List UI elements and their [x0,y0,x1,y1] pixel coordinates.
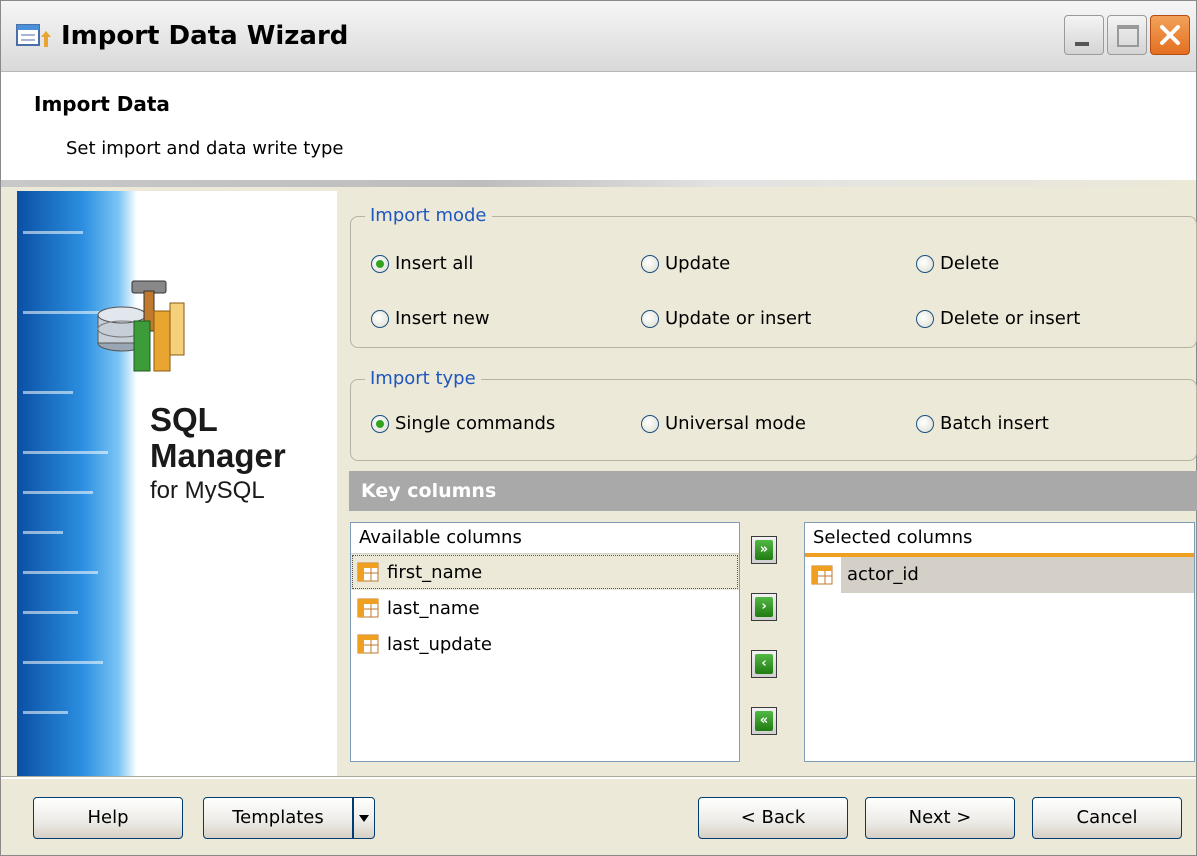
double-chevron-right-icon: » [755,540,773,560]
import-mode-legend: Import mode [365,205,492,226]
table-column-icon [357,633,379,655]
step-subtitle: Set import and data write type [66,138,344,159]
import-mode-group: Import mode Insert all Update Delete Ins… [350,205,1197,348]
radio-label: Single commands [395,413,556,434]
radio-label: Update or insert [665,308,812,329]
move-right-button[interactable]: › [751,593,777,621]
radio-label: Insert all [395,253,474,274]
list-item[interactable]: first_name [351,554,739,590]
double-chevron-left-icon: « [755,711,773,731]
database-tools-icon [97,280,185,372]
next-button-label: Next > [908,807,972,828]
radio-delete-or-insert[interactable]: Delete or insert [916,308,1080,329]
cancel-button-label: Cancel [1076,807,1138,828]
radio-insert-new[interactable]: Insert new [371,308,490,329]
list-item[interactable]: last_update [351,626,739,662]
table-column-icon [357,561,379,583]
close-icon [1160,25,1180,45]
move-all-left-button[interactable]: « [751,707,777,735]
chevron-left-icon: ‹ [755,654,773,674]
column-name: first_name [387,561,483,583]
radio-label: Delete [940,253,1000,274]
chevron-right-icon: › [755,597,773,617]
window-title: Import Data Wizard [61,21,349,51]
back-button[interactable]: < Back [698,797,848,839]
radio-label: Universal mode [665,413,806,434]
table-column-icon [811,564,833,586]
radio-delete[interactable]: Delete [916,253,999,274]
radio-update[interactable]: Update [641,253,730,274]
radio-indicator [371,309,389,328]
radio-label: Insert new [395,308,490,329]
radio-indicator [371,254,389,273]
radio-insert-all[interactable]: Insert all [371,253,473,274]
minimize-button[interactable] [1064,15,1104,55]
import-wizard-window: Import Data Wizard Import Data Set impor… [0,0,1197,856]
radio-single-commands[interactable]: Single commands [371,413,555,434]
radio-batch-insert[interactable]: Batch insert [916,413,1049,434]
column-name: last_name [387,597,480,619]
import-type-group: Import type Single commands Universal mo… [350,368,1197,461]
maximize-button[interactable] [1107,15,1147,55]
back-button-label: < Back [740,807,806,828]
close-button[interactable] [1150,15,1190,55]
radio-label: Delete or insert [940,308,1081,329]
help-button[interactable]: Help [33,797,183,839]
radio-label: Update [665,253,731,274]
wizard-header: Import Data Set import and data write ty… [1,72,1196,180]
available-columns-list[interactable]: Available columns first_name last_name l… [350,522,740,762]
brand-for-mysql: for MySQL [150,477,265,504]
radio-indicator [371,414,389,433]
radio-indicator [916,309,934,328]
product-banner: SQL Manager for MySQL [17,191,337,777]
templates-button[interactable]: Templates [203,797,353,839]
list-item[interactable]: last_name [351,590,739,626]
templates-button-label: Templates [232,807,324,828]
column-name: last_update [387,633,492,655]
brand-sql: SQL [150,401,218,438]
radio-label: Batch insert [940,413,1049,434]
templates-dropdown-button[interactable] [353,797,375,839]
radio-update-or-insert[interactable]: Update or insert [641,308,811,329]
radio-indicator [916,254,934,273]
selected-columns-header: Selected columns [805,523,1194,557]
available-columns-header: Available columns [351,523,739,554]
radio-indicator [641,309,659,328]
radio-indicator [916,414,934,433]
title-bar[interactable]: Import Data Wizard [1,1,1196,72]
column-name: actor_id [841,557,1194,593]
step-title: Import Data [34,92,170,116]
next-button[interactable]: Next > [865,797,1015,839]
brand-manager: Manager [150,437,286,474]
radio-universal-mode[interactable]: Universal mode [641,413,806,434]
import-type-legend: Import type [365,368,481,389]
help-button-label: Help [87,807,129,828]
list-item[interactable]: actor_id [805,557,1194,593]
header-divider [1,180,1196,187]
key-columns-header: Key columns [349,471,1197,511]
selected-columns-list[interactable]: Selected columns actor_id [804,522,1195,762]
cancel-button[interactable]: Cancel [1032,797,1182,839]
footer-divider [1,776,1196,779]
table-column-icon [357,597,379,619]
radio-indicator [641,254,659,273]
import-wizard-icon [13,19,53,55]
radio-indicator [641,414,659,433]
move-left-button[interactable]: ‹ [751,650,777,678]
move-all-right-button[interactable]: » [751,536,777,564]
